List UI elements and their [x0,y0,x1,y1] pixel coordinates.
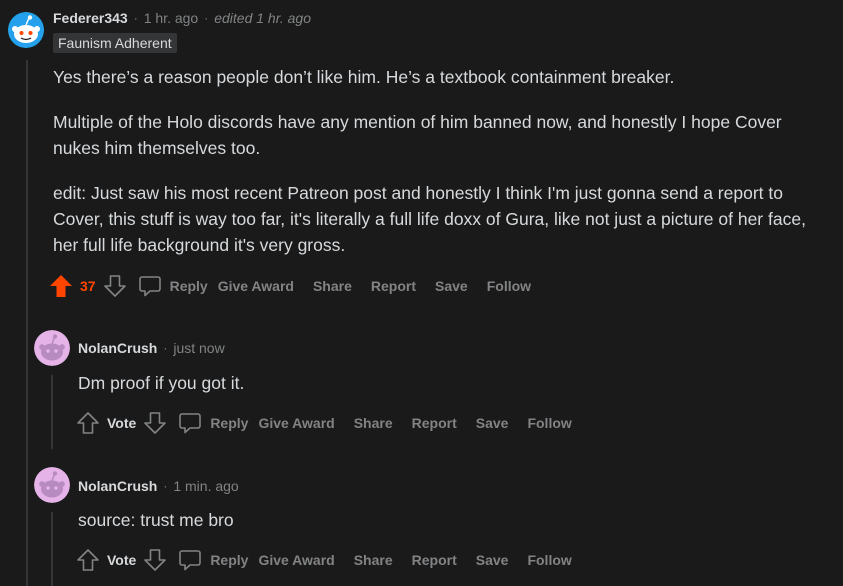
comment-meta: NolanCrush · 1 min. ago [78,476,239,496]
share-button[interactable]: Share [354,415,393,431]
timestamp[interactable]: just now [173,340,224,356]
comment-paragraph: edit: Just saw his most recent Patreon p… [53,183,806,255]
separator-dot: · [163,479,168,493]
comment-paragraph: source: trust me bro [78,510,234,530]
reply-button[interactable]: Reply [138,274,208,298]
follow-button[interactable]: Follow [487,278,531,294]
separator-dot: · [133,11,138,25]
comment-paragraph: Dm proof if you got it. [78,373,245,393]
vote-count: 37 [80,278,96,294]
comment-bubble-icon [179,550,202,571]
share-button[interactable]: Share [313,278,352,294]
username[interactable]: NolanCrush [78,340,157,356]
downvote-arrow-icon [144,412,167,434]
separator-dot: · [204,11,209,25]
vote-label: Vote [107,415,137,431]
vote-label: Vote [107,552,137,568]
give-award-button[interactable]: Give Award [258,415,334,431]
downvote-button[interactable] [142,547,168,573]
separator-dot: · [163,341,168,355]
share-button[interactable]: Share [354,552,393,568]
reply-button[interactable]: Reply [178,411,248,435]
downvote-button[interactable] [142,410,168,436]
thread-line-main[interactable] [26,60,28,586]
reply-label: Reply [210,415,249,431]
give-award-button[interactable]: Give Award [258,552,334,568]
user-flair: Faunism Adherent [53,33,177,53]
comment-body: Dm proof if you got it. [78,370,818,396]
save-button[interactable]: Save [435,278,468,294]
upvote-button[interactable] [75,410,101,436]
save-button[interactable]: Save [476,552,509,568]
comment-actions: Vote Reply Give Award Share Report Save … [75,546,591,574]
timestamp[interactable]: 1 min. ago [173,478,238,494]
comment-body: source: trust me bro [78,507,818,533]
report-button[interactable]: Report [412,415,457,431]
follow-button[interactable]: Follow [527,415,571,431]
comment-actions: Vote Reply Give Award Share Report Save … [75,409,591,437]
reply-label: Reply [210,552,249,568]
report-button[interactable]: Report [371,278,416,294]
snoo-purple-avatar-icon [34,467,70,503]
follow-button[interactable]: Follow [527,552,571,568]
upvote-button[interactable] [75,547,101,573]
avatar[interactable] [34,330,70,366]
report-button[interactable]: Report [412,552,457,568]
reply-label: Reply [169,278,208,294]
downvote-arrow-icon [103,275,126,297]
downvote-button[interactable] [102,273,128,299]
upvote-button[interactable] [48,273,74,299]
comment-body: Yes there’s a reason people don’t like h… [53,64,823,258]
upvote-arrow-icon [77,412,99,434]
comment-meta: Federer343 · 1 hr. ago · edited 1 hr. ag… [53,8,311,28]
downvote-arrow-icon [144,549,167,571]
username[interactable]: NolanCrush [78,478,157,494]
comment-bubble-icon [138,276,161,297]
upvote-arrow-icon [50,275,72,297]
save-button[interactable]: Save [476,415,509,431]
comment-paragraph: Yes there’s a reason people don’t like h… [53,67,675,87]
upvote-arrow-icon [77,549,99,571]
thread-line-reply-2[interactable] [51,512,53,586]
comment-meta: NolanCrush · just now [78,338,225,358]
comment-bubble-icon [179,413,202,434]
username[interactable]: Federer343 [53,10,128,26]
edited-label: edited 1 hr. ago [214,10,311,26]
snoo-purple-avatar-icon [34,330,70,366]
comment-actions: 37 Reply Give Award Share Report Save Fo… [48,272,550,300]
give-award-button[interactable]: Give Award [218,278,294,294]
avatar[interactable] [34,467,70,503]
reply-button[interactable]: Reply [178,548,248,572]
snoo-blue-avatar-icon [8,12,44,48]
timestamp[interactable]: 1 hr. ago [144,10,199,26]
avatar[interactable] [8,12,44,48]
comment-paragraph: Multiple of the Holo discords have any m… [53,112,782,158]
thread-line-reply-1[interactable] [51,375,53,449]
